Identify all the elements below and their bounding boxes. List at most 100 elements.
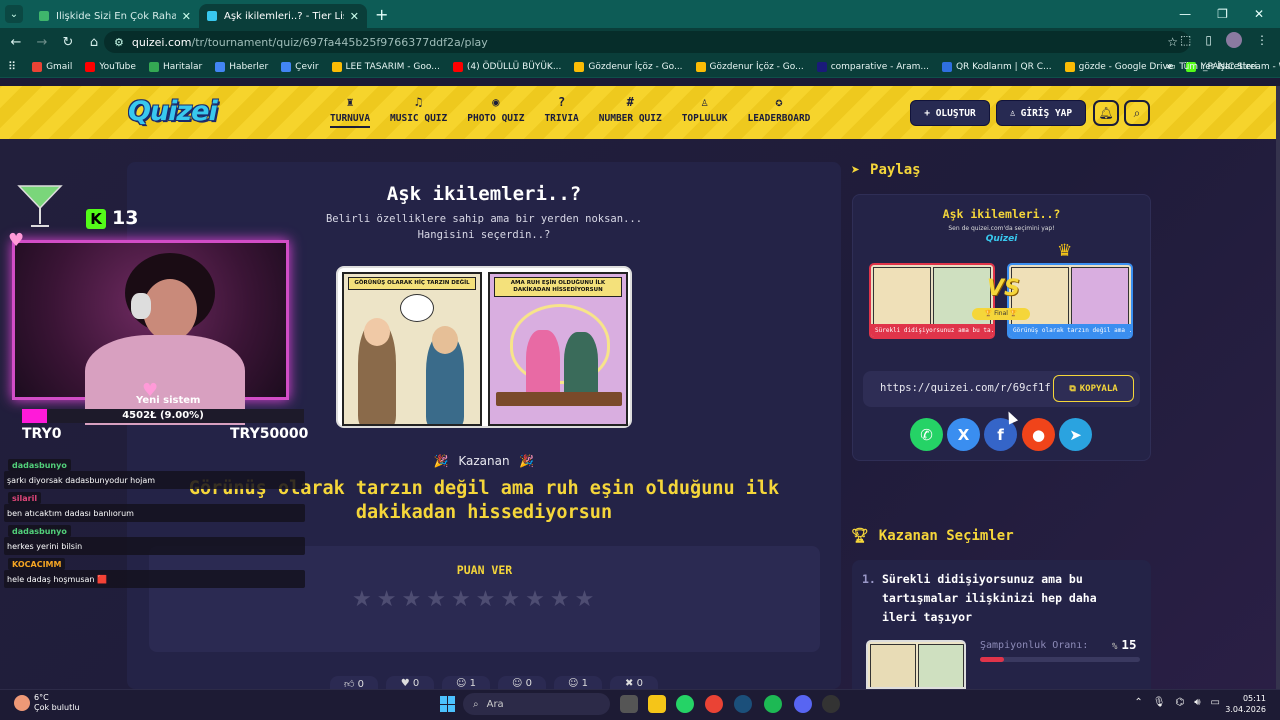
steam-icon[interactable] bbox=[734, 695, 752, 713]
bookmark-item[interactable]: Haritalar bbox=[148, 61, 202, 72]
reload-icon[interactable]: ↻ bbox=[56, 35, 80, 50]
star-rating-icon[interactable]: ★ bbox=[550, 588, 570, 612]
share-link-input[interactable]: https://quizei.com/r/69cf1fd0 bbox=[880, 382, 1050, 394]
share-telegram-icon[interactable]: ➤ bbox=[1059, 418, 1092, 451]
url-path: /tr/tournament/quiz/697fa445b25f9766377d… bbox=[191, 35, 488, 49]
extensions-icon[interactable]: ⬚ bbox=[1180, 33, 1191, 47]
page-scrollbar[interactable] bbox=[1276, 86, 1280, 689]
task-view-icon[interactable] bbox=[620, 695, 638, 713]
nav-topluluk[interactable]: ♙ TOPLULUK bbox=[682, 95, 728, 128]
star-rating-icon[interactable]: ★ bbox=[476, 588, 496, 612]
winner-item-number: 1. bbox=[862, 572, 876, 586]
taskbar-clock[interactable]: 05:11 3.04.2026 bbox=[1225, 693, 1266, 715]
champion-rate-bar bbox=[980, 657, 1140, 662]
share-x-icon[interactable]: X bbox=[947, 418, 980, 451]
minimize-icon[interactable]: — bbox=[1179, 7, 1191, 21]
menu-icon[interactable]: ⋮ bbox=[1256, 33, 1268, 47]
browser-tab-active[interactable]: Aşk ikilemleri..? - Tier List, Kör S ✕ bbox=[199, 4, 367, 28]
mic-icon[interactable]: 🎙︎ bbox=[1153, 697, 1166, 708]
share-card-title: Aşk ikilemleri..? bbox=[942, 207, 1061, 221]
nav-trivia[interactable]: ? TRIVIA bbox=[544, 95, 578, 128]
chat-message: herkes yerini bilsin bbox=[4, 537, 305, 555]
share-reddit-icon[interactable]: ● bbox=[1022, 418, 1055, 451]
tab-search-button[interactable]: ⌄ bbox=[5, 5, 23, 23]
translate-icon bbox=[281, 61, 292, 72]
file-explorer-icon[interactable] bbox=[648, 695, 666, 713]
nav-photo-quiz[interactable]: ◉ PHOTO QUIZ bbox=[467, 95, 524, 128]
star-rating-icon[interactable]: ★ bbox=[525, 588, 545, 612]
windows-start-icon[interactable] bbox=[440, 696, 456, 712]
reaction-icon: ☺ bbox=[456, 678, 470, 689]
battery-icon[interactable]: ▭ bbox=[1211, 697, 1220, 708]
bookmark-item[interactable]: YouTube bbox=[85, 61, 136, 72]
maximize-icon[interactable]: ❐ bbox=[1217, 7, 1228, 21]
create-button[interactable]: + OLUŞTUR bbox=[910, 100, 990, 126]
forward-icon[interactable]: → bbox=[30, 35, 54, 50]
spotify-icon[interactable] bbox=[764, 695, 782, 713]
wifi-icon[interactable]: ⌬ bbox=[1176, 697, 1185, 708]
taskbar-search[interactable]: ⌕ Ara bbox=[463, 693, 610, 715]
nav-leaderboard[interactable]: ✪ LEADERBOARD bbox=[747, 95, 810, 128]
new-tab-icon[interactable]: + bbox=[375, 5, 388, 24]
star-rating-icon[interactable]: ★ bbox=[377, 588, 397, 612]
bookmark-item[interactable]: Gmail bbox=[32, 61, 72, 72]
bookmark-star-icon[interactable]: ☆ bbox=[1167, 35, 1178, 49]
login-button[interactable]: ♙ GİRİŞ YAP bbox=[996, 100, 1086, 126]
youtube-icon bbox=[452, 61, 463, 72]
drive-icon bbox=[1064, 61, 1075, 72]
star-rating-icon[interactable]: ★ bbox=[352, 588, 372, 612]
browser-tab[interactable]: İlişkide Sizi En Çok Rahatsız Ede ✕ bbox=[31, 4, 199, 28]
all-bookmarks[interactable]: ▭ Tüm Yer İşaretleri bbox=[1167, 62, 1257, 72]
search-icon[interactable]: ⌕ bbox=[1124, 100, 1150, 126]
bookmark-item[interactable]: LEE TASARIM - Goo... bbox=[331, 61, 440, 72]
champion-rate-fill bbox=[980, 657, 1004, 662]
bookmark-item[interactable]: Gözdenur İçöz - Go... bbox=[695, 61, 804, 72]
chrome-icon[interactable] bbox=[705, 695, 723, 713]
back-icon[interactable]: ← bbox=[4, 35, 28, 50]
bookmark-item[interactable]: gözde - Google Drive bbox=[1064, 61, 1173, 72]
bookmark-item[interactable]: Gözdenur İçöz - Go... bbox=[574, 61, 683, 72]
star-rating-icon[interactable]: ★ bbox=[426, 588, 446, 612]
window-close-icon[interactable]: ✕ bbox=[1254, 7, 1264, 21]
chat-username: silaril bbox=[8, 492, 42, 504]
weather-widget[interactable]: 6°C Çok bulutlu bbox=[14, 693, 80, 713]
nav-music-quiz[interactable]: ♫ MUSIC QUIZ bbox=[390, 95, 447, 128]
tab-close-icon[interactable]: ✕ bbox=[182, 10, 191, 23]
bookmark-item[interactable]: comparative - Aram... bbox=[816, 61, 929, 72]
url-host: quizei.com bbox=[131, 35, 192, 49]
nav-turnuva[interactable]: ♜ TURNUVA bbox=[330, 95, 371, 128]
profile-avatar[interactable] bbox=[1226, 32, 1242, 48]
camera-icon: ◉ bbox=[492, 95, 500, 109]
obs-icon[interactable] bbox=[822, 695, 840, 713]
sidebar-icon[interactable]: ▯ bbox=[1205, 33, 1212, 47]
apps-grid-icon[interactable]: ⠿ bbox=[8, 60, 16, 73]
share-whatsapp-icon[interactable]: ✆ bbox=[910, 418, 943, 451]
home-icon[interactable]: ⌂ bbox=[82, 35, 106, 50]
winner-item-text[interactable]: Sürekli didişiyorsunuz ama bu tartışmala… bbox=[882, 570, 1132, 627]
nav-number-quiz[interactable]: # NUMBER QUIZ bbox=[599, 95, 662, 128]
chat-message: ben atıcaktım dadası banlıorum bbox=[4, 504, 305, 522]
star-rating-icon[interactable]: ★ bbox=[451, 588, 471, 612]
star-rating-icon[interactable]: ★ bbox=[500, 588, 520, 612]
bookmark-item[interactable]: Haberler bbox=[215, 61, 268, 72]
chevron-up-icon[interactable]: ⌃ bbox=[1134, 697, 1142, 708]
bookmark-item[interactable]: QR Kodlarım | QR C... bbox=[941, 61, 1052, 72]
winner-label: 🎉 Kazanan 🎉 bbox=[433, 454, 535, 468]
address-bar[interactable]: ⚙ quizei.com /tr/tournament/quiz/697fa44… bbox=[104, 31, 1190, 53]
tab-close-icon[interactable]: ✕ bbox=[350, 10, 359, 23]
discord-icon[interactable] bbox=[794, 695, 812, 713]
star-rating-icon[interactable]: ★ bbox=[575, 588, 595, 612]
volume-icon[interactable]: 🔊︎ bbox=[1194, 697, 1200, 708]
site-info-icon[interactable]: ⚙ bbox=[114, 36, 124, 49]
reaction-count: 0 bbox=[525, 678, 532, 689]
goal-title: Yeni sistem bbox=[136, 395, 201, 406]
site-logo[interactable]: Quizei bbox=[128, 96, 218, 127]
whatsapp-icon[interactable] bbox=[676, 695, 694, 713]
chat-username: dadasbunyo bbox=[8, 525, 71, 537]
bookmark-item[interactable]: Çevir bbox=[281, 61, 319, 72]
tab-favicon-icon bbox=[207, 11, 217, 21]
star-rating-icon[interactable]: ★ bbox=[401, 588, 421, 612]
copy-button[interactable]: ⧉ KOPYALA bbox=[1053, 375, 1134, 402]
bookmark-item[interactable]: (4) ÖDÜLLÜ BÜYÜK... bbox=[452, 61, 561, 72]
notification-bell-icon[interactable]: 🔔︎ bbox=[1093, 100, 1119, 126]
